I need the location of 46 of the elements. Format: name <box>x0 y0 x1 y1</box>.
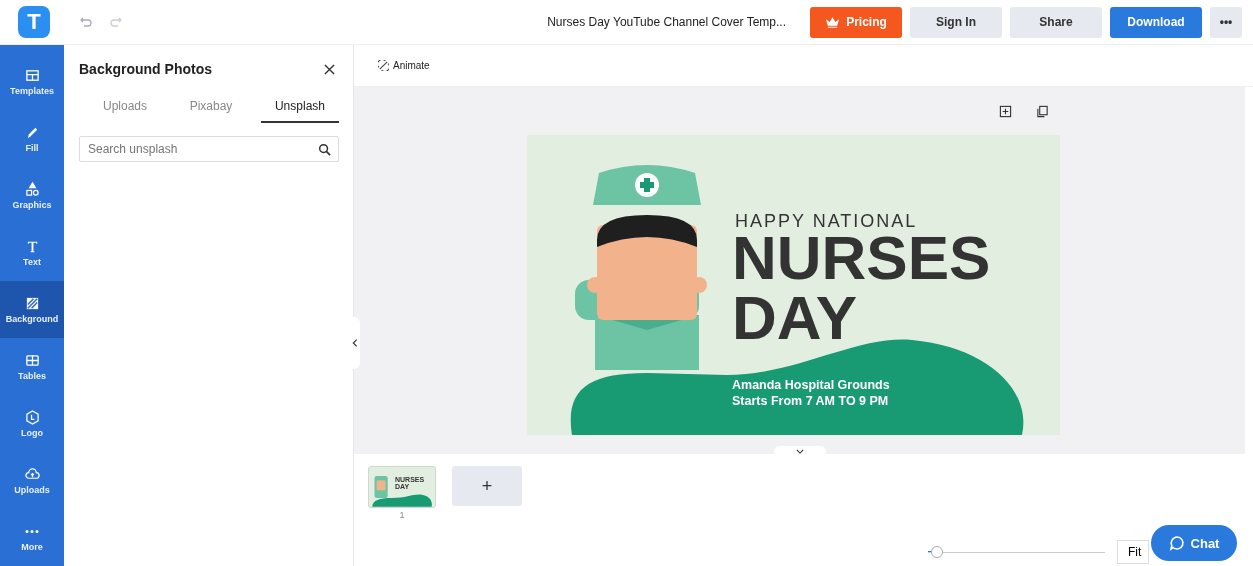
sidebar-item[interactable]: Text <box>0 224 64 281</box>
cloud-upload-icon <box>24 466 40 482</box>
collapse-handle[interactable] <box>350 317 360 369</box>
search-icon[interactable] <box>318 143 331 156</box>
slider-thumb[interactable] <box>930 546 943 558</box>
zoom-fit-field[interactable]: Fit <box>1117 540 1149 564</box>
layout-icon <box>24 67 40 83</box>
panel-tab[interactable]: Pixabay <box>175 93 247 123</box>
expand-handle[interactable] <box>774 446 826 456</box>
sidebar-item[interactable]: Graphics <box>0 167 64 224</box>
panel-tab[interactable]: Unsplash <box>260 93 339 123</box>
table-icon <box>24 352 40 368</box>
add-page-button[interactable]: + <box>452 466 522 506</box>
venue-text: Amanda Hospital Grounds <box>732 378 890 392</box>
sidebar-item[interactable]: Uploads <box>0 452 64 509</box>
header-button[interactable]: Sign In <box>910 6 1002 38</box>
panel-title: Background Photos <box>79 61 212 77</box>
headline-text: DAY <box>732 287 858 349</box>
app-logo[interactable]: T <box>18 6 50 38</box>
panel-tab[interactable]: Uploads <box>89 93 162 123</box>
page-number: 1 <box>399 510 405 520</box>
document-title: Nurses Day YouTube Channel Cover Temp... <box>547 15 786 29</box>
chat-button[interactable]: Chat <box>1151 525 1237 561</box>
sidebar-item[interactable]: Templates <box>0 53 64 110</box>
hexagon-icon <box>24 409 40 425</box>
download-button[interactable]: Download <box>1110 6 1202 38</box>
sidebar-item[interactable]: Logo <box>0 395 64 452</box>
search-field[interactable]: Search unsplash <box>79 136 339 162</box>
sidebar-item[interactable]: Fill <box>0 110 64 167</box>
copy-icon[interactable] <box>1036 105 1049 118</box>
header-button[interactable]: ••• <box>1210 6 1242 38</box>
close-icon[interactable] <box>324 63 335 75</box>
add-page-icon[interactable] <box>999 105 1012 118</box>
more-icon <box>25 529 39 533</box>
chat-bubble-icon <box>1168 535 1185 551</box>
stripes-icon <box>24 295 40 311</box>
pricing-button[interactable]: Pricing <box>810 6 902 38</box>
header-button[interactable]: Share <box>1010 6 1102 38</box>
time-text: Starts From 7 AM TO 9 PM <box>732 394 889 408</box>
animate-button[interactable]: Animate <box>372 59 436 72</box>
animate-icon <box>378 60 389 71</box>
sidebar-item[interactable]: More <box>0 509 64 566</box>
crown-icon <box>825 16 841 28</box>
sidebar-item[interactable]: Background <box>0 281 64 338</box>
sidebar-item[interactable]: Tables <box>0 338 64 395</box>
shapes-icon <box>24 181 40 197</box>
